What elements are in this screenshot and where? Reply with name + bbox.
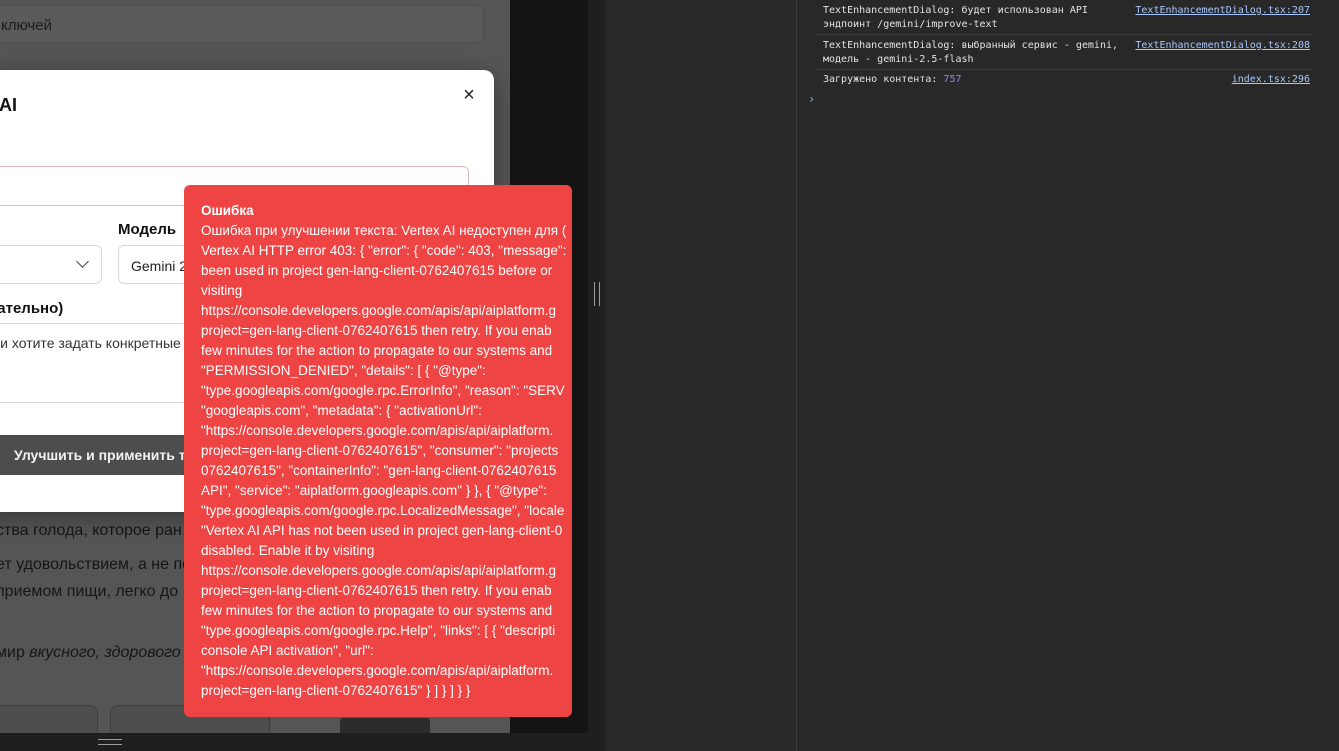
background-text-plain: мир [0, 644, 25, 661]
console-message-line: модель - gemini-2.5-flash [823, 54, 974, 65]
console-prompt-icon[interactable]: › [808, 92, 815, 106]
error-toast-title: Ошибка [201, 203, 254, 218]
console-message-line: TextEnhancementDialog: выбранный сервис … [823, 40, 1119, 51]
viewport-resize-bar[interactable] [0, 733, 588, 751]
console-panel: TextEnhancementDialog: будет использован… [798, 0, 1339, 751]
error-toast-line: Ошибка при улучшении текста: Vertex AI н… [201, 223, 567, 238]
error-toast-line: "https://console.developers.google.com/a… [201, 423, 554, 438]
error-toast-line: "type.googleapis.com/google.rpc.Localize… [201, 503, 565, 518]
splitter-handle-icon[interactable] [594, 282, 600, 306]
error-toast-line: "googleapis.com", "metadata": { "activat… [201, 403, 482, 418]
error-toast-line: been used in project gen-lang-client-076… [201, 263, 553, 278]
background-text-line: приемом пищи, легко до [0, 583, 179, 600]
improve-button-label: Улучшить и применить те [14, 447, 194, 463]
console-source-link[interactable]: TextEnhancementDialog.tsx:207 [1135, 4, 1310, 18]
error-toast-line: API", "service": "aiplatform.googleapis.… [201, 483, 547, 498]
close-icon[interactable]: × [458, 84, 480, 106]
app-viewport: ключей ства голода, которое ран ет удово… [0, 0, 588, 733]
error-toast-line: disabled. Enable it by visiting [201, 543, 375, 558]
error-toast-line: "type.googleapis.com/google.rpc.Help", "… [201, 623, 556, 638]
instructions-placeholder: ли хотите задать конкретные [0, 335, 181, 351]
error-toast-line: "Vertex AI API has not been used in proj… [201, 523, 563, 538]
console-number-value: 757 [943, 74, 962, 85]
error-toast-line: few minutes for the action to propagate … [201, 603, 553, 618]
dialog-title: AI [0, 95, 17, 115]
chevron-down-icon [76, 255, 89, 268]
console-message-text: TextEnhancementDialog: будет использован… [823, 4, 1088, 32]
console-message-line: эндпоинт /gemini/improve-text [823, 19, 998, 30]
background-text-line: ства голода, которое ран [0, 522, 182, 539]
error-toast-line: https://console.developers.google.com/ap… [201, 563, 556, 578]
error-toast-message: Ошибка при улучшении текста: Vertex AI н… [201, 221, 572, 701]
error-toast-line: project=gen-lang-client-0762407615 then … [201, 323, 552, 338]
model-select-value: Gemini 2 [131, 258, 188, 274]
console-message-text: TextEnhancementDialog: выбранный сервис … [823, 39, 1118, 67]
console-source-link[interactable]: index.tsx:296 [1232, 73, 1310, 87]
error-toast-line: https://console.developers.google.com/ap… [201, 303, 556, 318]
background-text-line: мир вкусного, здорового и [0, 644, 194, 662]
console-message-text: Загружено контента: 757 [823, 73, 961, 87]
error-toast[interactable]: Ошибка Ошибка при улучшении текста: Vert… [184, 185, 572, 717]
background-toolbar-group[interactable] [340, 718, 430, 733]
console-message: TextEnhancementDialog: выбранный сервис … [814, 39, 1313, 70]
error-toast-line: console API activation", "url": [201, 643, 374, 658]
background-toolbar-group[interactable] [0, 705, 98, 733]
error-toast-line: few minutes for the action to propagate … [201, 343, 553, 358]
error-toast-line: "type.googleapis.com/google.rpc.ErrorInf… [201, 383, 565, 398]
service-select[interactable] [0, 245, 102, 284]
background-search-text: ключей [1, 17, 52, 34]
console-message: TextEnhancementDialog: будет использован… [814, 4, 1313, 35]
background-search-field[interactable]: ключей [0, 5, 484, 43]
console-message-line: Загружено контента: [823, 74, 944, 85]
error-toast-line: project=gen-lang-client-0762407615" } ] … [201, 683, 471, 698]
console-message-line: TextEnhancementDialog: будет использован… [823, 5, 1088, 16]
console-source-link[interactable]: TextEnhancementDialog.tsx:208 [1135, 39, 1310, 53]
console-message: Загружено контента: 757 index.tsx:296 [814, 73, 1313, 89]
error-toast-line: "https://console.developers.google.com/a… [201, 663, 554, 678]
error-toast-line: project=gen-lang-client-0762407615 then … [201, 583, 552, 598]
error-toast-line: Vertex AI HTTP error 403: { "error": { "… [201, 243, 567, 258]
panel-splitter[interactable] [588, 0, 606, 751]
model-label: Модель [118, 221, 177, 238]
error-toast-line: "PERMISSION_DENIED", "details": [ { "@ty… [201, 363, 486, 378]
error-toast-line: 0762407615", "containerInfo": "gen-lang-… [201, 463, 557, 478]
error-toast-line: visiting [201, 283, 243, 298]
resize-handle-icon[interactable] [98, 739, 122, 745]
instructions-label: зательно) [0, 300, 64, 317]
background-text-line: ет удовольствием, а не по [0, 556, 192, 573]
background-text-italic: вкусного, здорового и [29, 644, 195, 661]
error-toast-line: project=gen-lang-client-0762407615", "co… [201, 443, 559, 458]
devtools-sidebar [606, 0, 797, 751]
